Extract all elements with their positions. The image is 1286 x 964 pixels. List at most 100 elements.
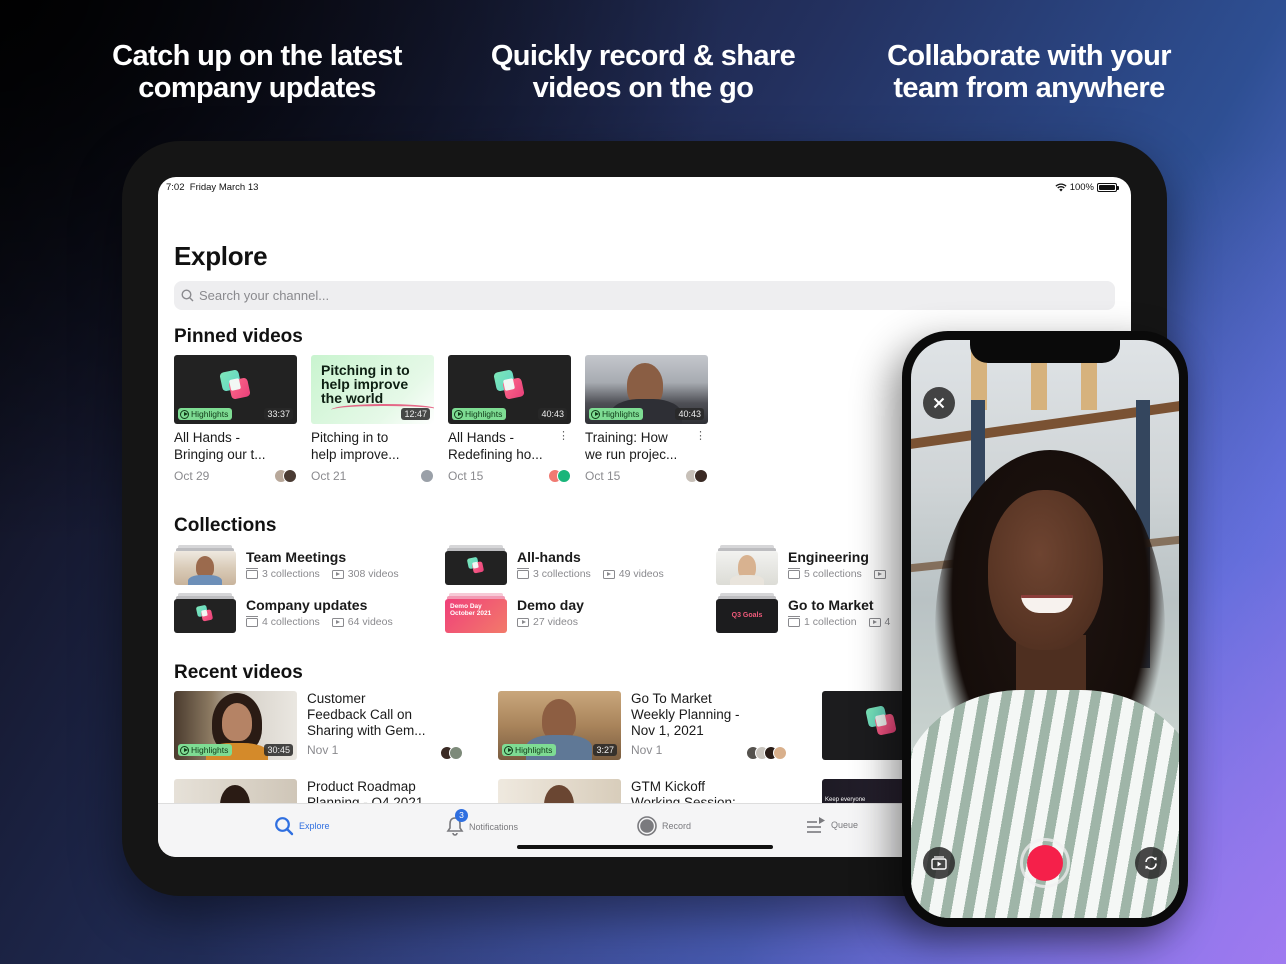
video-thumbnail[interactable]: Pitching in to help improve the world 12:4…: [311, 355, 434, 424]
flip-camera-icon: [1145, 856, 1157, 870]
record-dot-icon: [1027, 845, 1063, 881]
tab-queue[interactable]: Queue: [806, 816, 858, 834]
video-title[interactable]: Training: How we run projec...: [585, 430, 708, 463]
gallery-button[interactable]: [923, 847, 955, 879]
video-icon: [873, 569, 886, 579]
collection-name: Engineering: [788, 549, 869, 565]
viewer-avatars: [548, 469, 571, 483]
pinned-video-card[interactable]: Pitching in to help improve the world 12:4…: [311, 355, 434, 483]
section-title-pinned: Pinned videos: [174, 326, 303, 347]
collection-item[interactable]: All-hands 3 collections 49 videos: [445, 545, 716, 585]
pinned-video-card[interactable]: Highlights 40:43 ⋮ Training: How we run p…: [585, 355, 708, 483]
collection-thumbnail: [174, 545, 236, 585]
highlights-badge: Highlights: [178, 744, 233, 756]
status-time: 7:02 Friday March 13: [166, 182, 259, 193]
close-icon: [933, 397, 945, 409]
collection-name: Go to Market: [788, 597, 874, 613]
duration-label: 12:47: [401, 408, 430, 420]
viewer-avatars: [440, 746, 463, 760]
thumbnail-text: Demo Day October 2021: [450, 603, 492, 617]
video-thumbnail[interactable]: Highlights 40:43: [448, 355, 571, 424]
collection-thumbnail: [445, 545, 507, 585]
status-bar: 7:02 Friday March 13 100%: [166, 182, 1119, 196]
play-circle-icon: [454, 409, 463, 419]
collection-name: Company updates: [246, 597, 368, 613]
video-date: Oct 21: [311, 469, 347, 483]
video-title[interactable]: Pitching in to help improve...: [311, 430, 434, 463]
video-title[interactable]: All Hands - Redefining ho...: [448, 430, 571, 463]
collection-name: All-hands: [517, 549, 581, 565]
pinned-video-card[interactable]: Highlights 40:43 ⋮ All Hands - Redefining…: [448, 355, 571, 483]
close-button[interactable]: [923, 387, 955, 419]
thumbnail-text: Q3 Goals: [731, 612, 763, 619]
collection-item[interactable]: Team Meetings 3 collections 308 videos: [174, 545, 445, 585]
collection-thumbnail: Q3 Goals: [716, 593, 778, 633]
video-thumbnail[interactable]: Highlights 40:43: [585, 355, 708, 424]
camera-preview: [911, 340, 1179, 918]
phone-notch: [970, 340, 1120, 363]
headline-line: company updates: [138, 72, 376, 104]
highlights-badge: Highlights: [452, 408, 507, 420]
highlights-badge: Highlights: [589, 408, 644, 420]
viewer-avatars: [685, 469, 708, 483]
record-icon: [637, 816, 657, 836]
flip-camera-button[interactable]: [1135, 847, 1167, 879]
headline-line: team from anywhere: [893, 72, 1165, 104]
collections-list: Team Meetings 3 collections 308 videos Al…: [174, 545, 987, 641]
folder-icon: [246, 615, 258, 627]
video-date: Oct 15: [448, 469, 484, 483]
battery-icon: [1097, 183, 1119, 192]
collection-item[interactable]: Demo Day October 2021 Demo day 27 videos: [445, 593, 716, 633]
recent-video-item[interactable]: Highlights 3:27 Go To Market Weekly Plann…: [498, 691, 822, 760]
pinned-video-card[interactable]: Highlights 33:37 All Hands - Bringing our…: [174, 355, 297, 483]
collection-thumbnail: [716, 545, 778, 585]
play-circle-icon: [504, 745, 513, 755]
tab-record[interactable]: Record: [637, 816, 691, 836]
video-thumbnail[interactable]: Highlights 33:37: [174, 355, 297, 424]
video-title[interactable]: All Hands - Bringing our t...: [174, 430, 297, 463]
viewer-avatars: [746, 746, 787, 760]
headline-updates: Catch up on the latest company updates: [67, 40, 447, 104]
phone-device: [902, 331, 1188, 927]
folder-icon: [788, 615, 800, 627]
page-title: Explore: [174, 241, 268, 271]
avatar: [283, 469, 297, 483]
video-icon: [331, 617, 344, 627]
tab-explore[interactable]: Explore: [274, 816, 330, 836]
video-date: Oct 15: [585, 469, 621, 483]
search-input[interactable]: Search your channel...: [174, 281, 1115, 310]
video-thumbnail[interactable]: Highlights 3:27: [498, 691, 621, 760]
pinned-videos-list: Highlights 33:37 All Hands - Bringing our…: [174, 355, 708, 483]
app-logo-icon: [218, 369, 251, 401]
headline-collaborate: Collaborate with your team from anywhere: [839, 40, 1219, 104]
duration-label: 40:43: [538, 408, 567, 420]
folder-icon: [788, 567, 800, 579]
collection-item[interactable]: Company updates 4 collections 64 videos: [174, 593, 445, 633]
highlights-badge: Highlights: [178, 408, 233, 420]
video-title[interactable]: Customer Feedback Call on Sharing with Gem…: [307, 691, 463, 739]
headline-line: Quickly record & share: [490, 40, 796, 72]
section-title-recent: Recent videos: [174, 662, 303, 683]
headline-line: Collaborate with your: [887, 40, 1171, 72]
collection-thumbnail: [174, 593, 236, 633]
record-button[interactable]: [1020, 838, 1070, 888]
recent-video-item[interactable]: Highlights 30:45 Customer Feedback Call o…: [174, 691, 498, 760]
more-options-icon[interactable]: ⋮: [558, 431, 569, 442]
highlights-badge: Highlights: [502, 744, 557, 756]
video-title[interactable]: Go To Market Weekly Planning - Nov 1, 2021: [631, 691, 787, 739]
play-circle-icon: [591, 409, 600, 419]
thumbnail-text: Pitching in to help improve the world: [321, 362, 410, 406]
search-placeholder: Search your channel...: [199, 288, 330, 303]
video-icon: [602, 569, 615, 579]
search-icon: [181, 289, 194, 302]
video-icon: [331, 569, 344, 579]
gallery-icon: [931, 856, 947, 870]
avatar: [449, 746, 463, 760]
collection-name: Team Meetings: [246, 549, 347, 565]
video-icon: [517, 617, 529, 627]
video-thumbnail[interactable]: Highlights 30:45: [174, 691, 297, 760]
app-logo-icon: [865, 705, 897, 737]
play-circle-icon: [180, 745, 189, 755]
tab-notifications[interactable]: 3 Notifications: [446, 809, 518, 838]
more-options-icon[interactable]: ⋮: [695, 431, 706, 442]
